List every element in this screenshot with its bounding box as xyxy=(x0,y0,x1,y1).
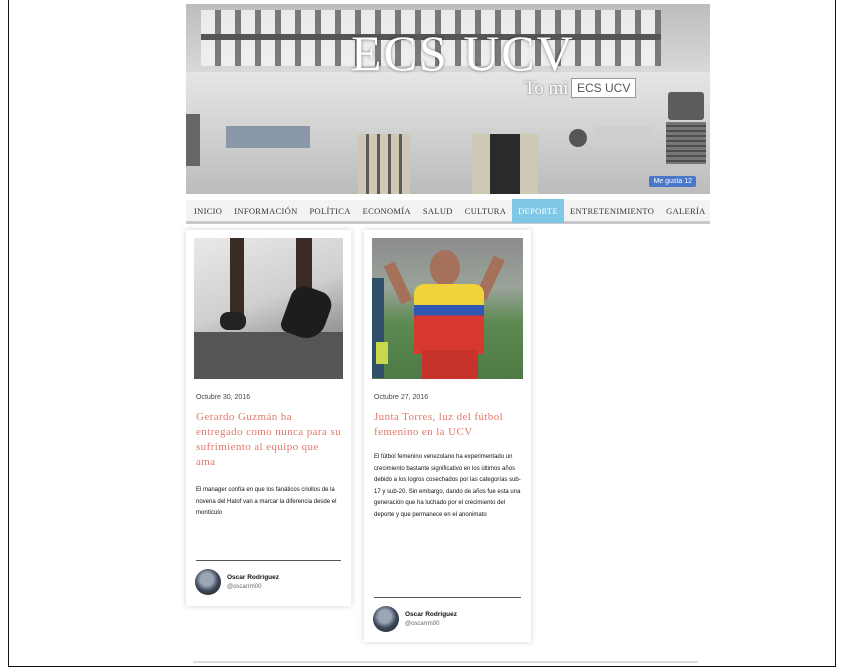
divider xyxy=(374,597,521,598)
divider xyxy=(196,560,341,561)
author-avatar[interactable] xyxy=(195,569,221,595)
nav-item-galeria[interactable]: GALERÍA xyxy=(660,199,711,223)
nav-item-politica[interactable]: POLÍTICA xyxy=(304,199,357,223)
site-subtitle: To mi xyxy=(524,78,569,99)
crest-icon xyxy=(569,129,587,147)
post-date: Octubre 27, 2016 xyxy=(374,394,429,401)
nav-item-informacion[interactable]: INFORMACIÓN xyxy=(228,199,303,223)
post-image-treadmill[interactable] xyxy=(194,238,343,379)
author-name[interactable]: Oscar Rodríguez xyxy=(405,611,457,618)
author-handle: @oscarrm00 xyxy=(227,584,262,590)
author-handle: @oscarrm00 xyxy=(405,621,440,627)
site-title[interactable]: ECS UCV xyxy=(351,24,575,82)
main-navigation: INICIO INFORMACIÓN POLÍTICA ECONOMÍA SAL… xyxy=(186,198,711,224)
building-sign xyxy=(226,126,310,148)
nav-item-deporte[interactable]: DEPORTE xyxy=(512,198,565,223)
site-header-banner: ECS UCV To mi ECS UCV Me gusta 12 xyxy=(186,4,710,194)
air-conditioner xyxy=(668,92,704,120)
nav-item-inicio[interactable]: INICIO xyxy=(188,199,228,223)
building-entrance xyxy=(472,134,538,194)
author-avatar[interactable] xyxy=(373,606,399,632)
post-title-link[interactable]: Gerardo Guzmán ha entregado como nunca p… xyxy=(196,410,341,470)
author-name[interactable]: Oscar Rodríguez xyxy=(227,574,279,581)
post-excerpt: El fútbol femenino venezolano ha experim… xyxy=(374,454,521,518)
post-card: Octubre 27, 2016 Junta Torres, luz del f… xyxy=(364,230,531,642)
post-title-link[interactable]: Junta Torres, luz del fútbol femenino en… xyxy=(374,410,519,440)
nav-item-entretenimiento[interactable]: ENTRETENIMIENTO xyxy=(564,199,660,223)
nav-item-cultura[interactable]: CULTURA xyxy=(459,199,512,223)
footer-divider xyxy=(193,661,698,663)
nav-item-salud[interactable]: SALUD xyxy=(417,199,459,223)
post-image-football[interactable] xyxy=(372,238,523,379)
post-excerpt: El manager confía en que los fanáticos c… xyxy=(196,487,337,516)
facebook-like-button[interactable]: Me gusta 12 xyxy=(649,176,696,187)
nav-item-economia[interactable]: ECONOMÍA xyxy=(357,199,417,223)
post-date: Octubre 30, 2016 xyxy=(196,394,251,401)
subtitle-badge: ECS UCV xyxy=(571,78,637,98)
post-card: Octubre 30, 2016 Gerardo Guzmán ha entre… xyxy=(186,230,351,606)
building-door xyxy=(358,134,410,194)
